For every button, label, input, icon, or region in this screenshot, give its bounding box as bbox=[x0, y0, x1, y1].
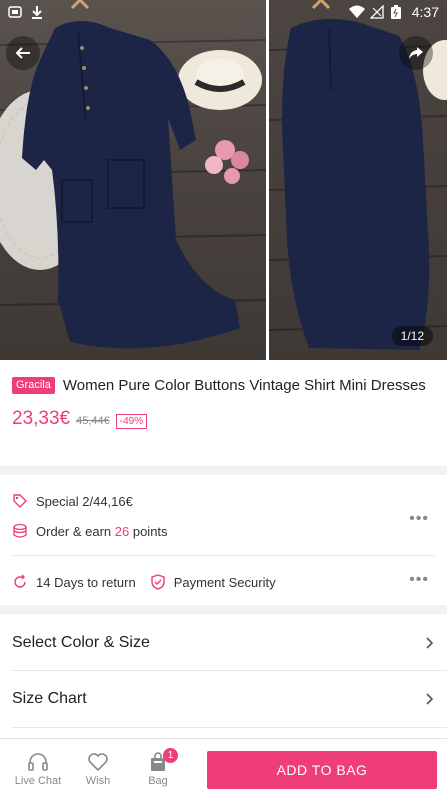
bottom-action-bar: Live Chat Wish 1 Bag ADD TO BAG bbox=[0, 738, 447, 800]
section-divider bbox=[0, 605, 447, 614]
live-chat-label: Live Chat bbox=[14, 775, 62, 787]
status-left bbox=[8, 5, 44, 19]
more-services-icon[interactable]: ••• bbox=[409, 572, 429, 588]
section-divider bbox=[0, 466, 447, 475]
size-chart-label: Size Chart bbox=[12, 690, 87, 707]
product-gallery[interactable]: 1/12 bbox=[0, 0, 447, 360]
special-offer-row[interactable]: Special 2/44,16€ bbox=[12, 486, 133, 516]
live-chat-button[interactable]: Live Chat bbox=[8, 752, 68, 787]
wish-label: Wish bbox=[85, 775, 111, 787]
share-button[interactable] bbox=[399, 36, 433, 70]
bag-button[interactable]: 1 Bag bbox=[128, 748, 188, 787]
coins-icon bbox=[12, 523, 28, 539]
back-button[interactable] bbox=[6, 36, 40, 70]
current-price: 23,33€ bbox=[12, 408, 71, 429]
download-icon bbox=[30, 5, 44, 19]
wish-button[interactable]: Wish bbox=[68, 752, 128, 787]
service-row[interactable]: 14 Days to return Payment Security bbox=[12, 567, 276, 597]
chevron-right-icon bbox=[426, 693, 434, 705]
earn-points-value: 26 bbox=[114, 523, 130, 539]
image-counter: 1/12 bbox=[391, 326, 433, 346]
special-offer-text: Special 2/44,16€ bbox=[36, 493, 133, 509]
return-policy-text: 14 Days to return bbox=[36, 574, 136, 590]
chevron-right-icon bbox=[426, 637, 434, 649]
payment-security-text: Payment Security bbox=[173, 574, 276, 590]
share-icon bbox=[409, 47, 423, 59]
product-info: Gracila Women Pure Color Buttons Vintage … bbox=[0, 362, 447, 430]
more-offers-icon[interactable]: ••• bbox=[409, 511, 429, 527]
notification-icon bbox=[8, 5, 22, 19]
wifi-icon bbox=[348, 5, 365, 19]
promo-section: Special 2/44,16€ Order & earn 26 points … bbox=[0, 476, 447, 611]
status-right: 4:37 bbox=[348, 4, 439, 20]
earn-prefix: Order & earn bbox=[36, 523, 115, 539]
heart-icon bbox=[88, 753, 108, 772]
earn-points-row[interactable]: Order & earn 26 points bbox=[12, 516, 168, 546]
earn-suffix: points bbox=[129, 523, 168, 539]
return-icon bbox=[12, 574, 28, 590]
bag-label: Bag bbox=[148, 775, 168, 787]
original-price: 45,44€ bbox=[76, 415, 110, 427]
battery-icon bbox=[390, 5, 405, 19]
price-row: 23,33€ 45,44€ -49% bbox=[12, 408, 435, 430]
arrow-left-icon bbox=[15, 47, 30, 59]
shield-icon bbox=[150, 574, 166, 590]
select-color-size-row[interactable]: Select Color & Size bbox=[0, 615, 447, 671]
select-color-size-label: Select Color & Size bbox=[12, 634, 150, 651]
promo-divider bbox=[12, 555, 435, 556]
signal-icon bbox=[369, 4, 384, 19]
add-to-bag-button[interactable]: ADD TO BAG bbox=[207, 750, 437, 789]
status-time: 4:37 bbox=[411, 4, 439, 20]
status-bar: 4:37 bbox=[0, 0, 447, 24]
bag-count-badge: 1 bbox=[163, 748, 178, 763]
headset-icon bbox=[28, 753, 48, 771]
size-chart-row[interactable]: Size Chart bbox=[0, 671, 447, 727]
product-title-line: Gracila Women Pure Color Buttons Vintage … bbox=[12, 376, 435, 396]
product-title: Women Pure Color Buttons Vintage Shirt M… bbox=[62, 377, 426, 394]
discount-badge: -49% bbox=[115, 414, 148, 429]
brand-tag[interactable]: Gracila bbox=[12, 377, 55, 394]
tag-icon bbox=[12, 493, 28, 509]
row-divider bbox=[12, 727, 447, 728]
